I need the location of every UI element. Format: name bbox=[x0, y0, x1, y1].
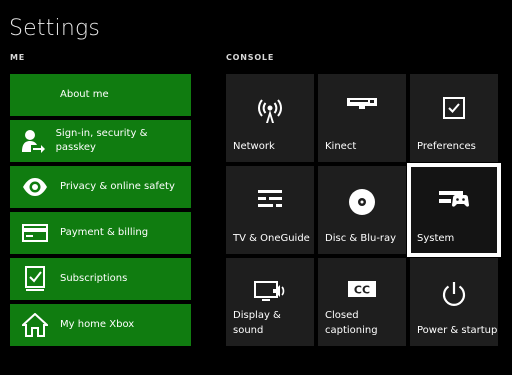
person-arrow-icon bbox=[10, 120, 56, 162]
home-icon bbox=[10, 304, 60, 346]
wireless-icon bbox=[226, 96, 314, 124]
tile-display-sound[interactable]: Display & sound bbox=[226, 258, 314, 346]
privacy-safety-button[interactable]: Privacy & online safety bbox=[10, 166, 191, 208]
payment-billing-label: Payment & billing bbox=[60, 227, 149, 238]
tile-label-network: Network bbox=[233, 141, 275, 152]
eye-icon bbox=[10, 166, 60, 208]
sign-in-security-button[interactable]: Sign-in, security & passkey bbox=[10, 120, 191, 162]
display-sound-icon bbox=[226, 280, 314, 304]
console-settings-grid: Network Kinect Preferences TV & OneGuide… bbox=[226, 74, 501, 346]
sign-in-security-label: Sign-in, security & passkey bbox=[55, 128, 148, 153]
tile-label-system: System bbox=[417, 233, 455, 244]
kinect-sensor-icon bbox=[318, 96, 406, 110]
disc-icon bbox=[318, 188, 406, 216]
closed-caption-icon: CC bbox=[318, 280, 406, 298]
tile-label-tv-oneguide: TV & OneGuide bbox=[233, 233, 310, 244]
power-icon bbox=[410, 280, 498, 308]
credit-card-icon bbox=[10, 212, 60, 254]
console-controller-icon bbox=[410, 188, 498, 208]
tile-network[interactable]: Network bbox=[226, 74, 314, 162]
tv-guide-icon bbox=[226, 188, 314, 210]
page-title: Settings bbox=[9, 16, 101, 41]
tile-preferences[interactable]: Preferences bbox=[410, 74, 498, 162]
tile-label-disc-bluray: Disc & Blu-ray bbox=[325, 233, 397, 244]
tile-power-startup[interactable]: Power & startup bbox=[410, 258, 498, 346]
my-home-xbox-label: My home Xbox bbox=[60, 319, 135, 330]
checklist-icon bbox=[10, 258, 60, 300]
blank-icon bbox=[10, 74, 60, 116]
tile-label-display-sound: Display & sound bbox=[233, 310, 281, 336]
section-label-console: CONSOLE bbox=[226, 53, 275, 62]
tile-label-closed-captioning: Closed captioning bbox=[325, 310, 378, 336]
me-settings-list: About me Sign-in, security & passkey Pri… bbox=[10, 74, 191, 350]
tile-disc-bluray[interactable]: Disc & Blu-ray bbox=[318, 166, 406, 254]
tile-closed-captioning[interactable]: CC Closed captioning bbox=[318, 258, 406, 346]
tile-label-power-startup: Power & startup bbox=[417, 325, 498, 336]
privacy-safety-label: Privacy & online safety bbox=[60, 181, 175, 192]
subscriptions-label: Subscriptions bbox=[60, 273, 128, 284]
section-label-me: ME bbox=[10, 53, 26, 62]
about-me-button[interactable]: About me bbox=[10, 74, 191, 116]
tile-tv-oneguide[interactable]: TV & OneGuide bbox=[226, 166, 314, 254]
subscriptions-button[interactable]: Subscriptions bbox=[10, 258, 191, 300]
payment-billing-button[interactable]: Payment & billing bbox=[10, 212, 191, 254]
my-home-xbox-button[interactable]: My home Xbox bbox=[10, 304, 191, 346]
tile-label-kinect: Kinect bbox=[325, 141, 357, 152]
tile-kinect[interactable]: Kinect bbox=[318, 74, 406, 162]
checkbox-icon bbox=[410, 96, 498, 120]
tile-label-preferences: Preferences bbox=[417, 141, 476, 152]
about-me-label: About me bbox=[60, 89, 109, 100]
svg-text:CC: CC bbox=[354, 284, 370, 297]
tile-system[interactable]: System bbox=[407, 163, 501, 257]
